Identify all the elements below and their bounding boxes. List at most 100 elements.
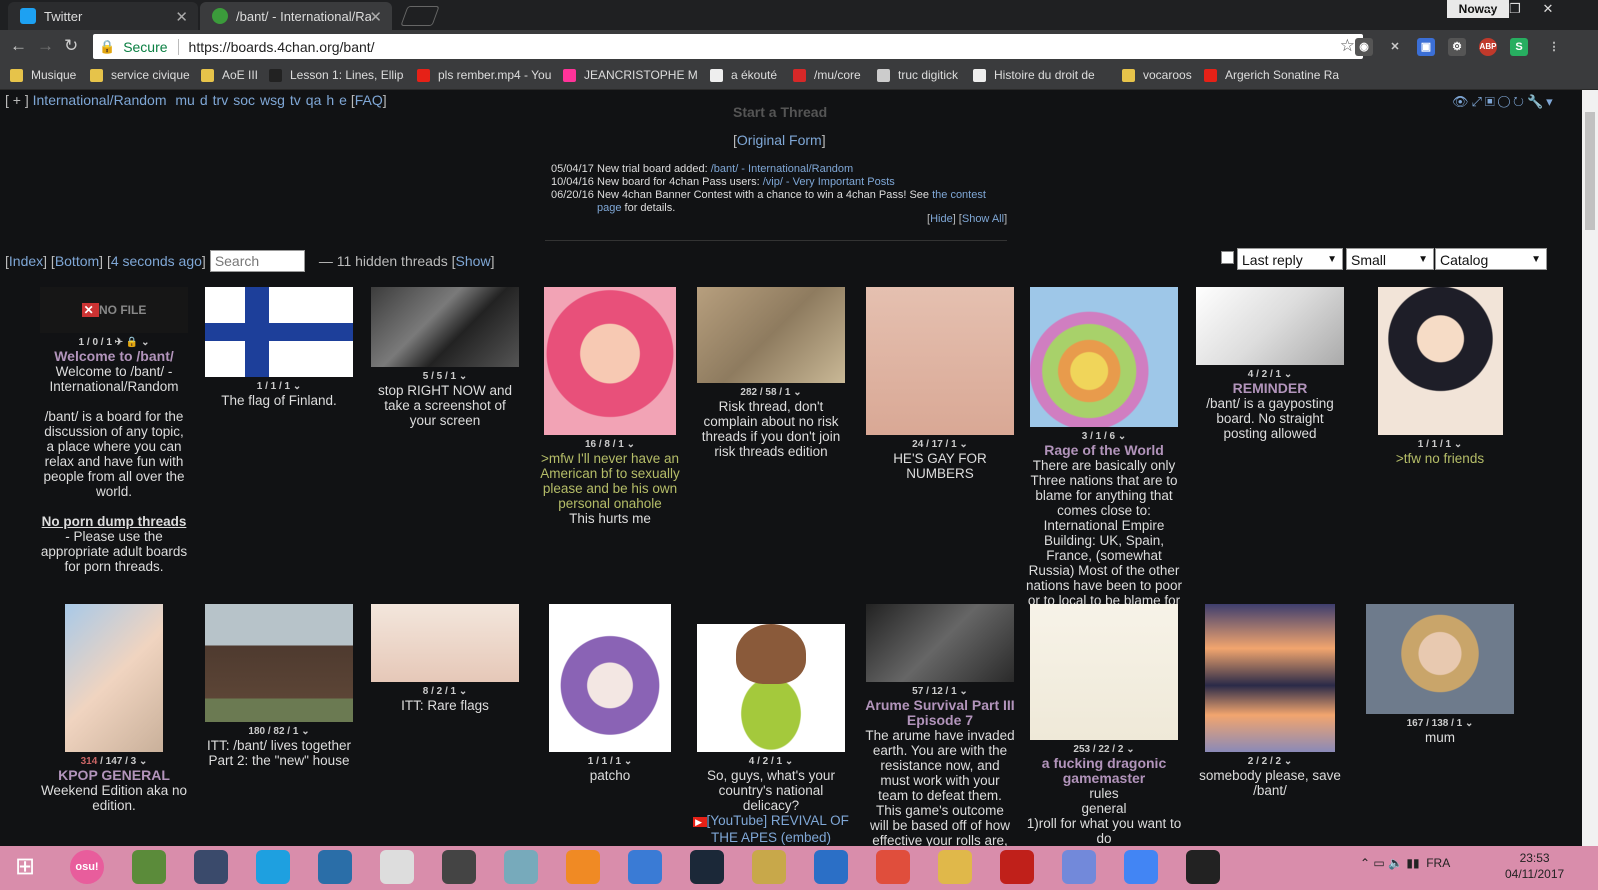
image-icon[interactable]: ▣ bbox=[1485, 94, 1498, 109]
board-link-h[interactable]: h bbox=[326, 92, 334, 108]
news-link[interactable]: /bant/ - International/Random bbox=[711, 163, 853, 175]
thread-thumbnail[interactable] bbox=[1030, 287, 1178, 427]
board-link-trv[interactable]: trv bbox=[213, 92, 229, 108]
clock[interactable]: 23:53 04/11/2017 bbox=[1505, 850, 1564, 882]
league-icon[interactable] bbox=[752, 850, 786, 884]
minecraft-icon[interactable] bbox=[132, 850, 166, 884]
reload-icon[interactable]: ↻ bbox=[64, 36, 78, 56]
index-link[interactable]: Index bbox=[9, 253, 43, 269]
thread-thumbnail[interactable] bbox=[371, 604, 519, 682]
bookmark-star-icon[interactable]: ☆ bbox=[1340, 36, 1355, 56]
eye-icon[interactable]: 👁 bbox=[1452, 94, 1472, 109]
tab-bant[interactable]: /bant/ - International/Ra ✕ bbox=[200, 2, 392, 30]
bookmark-item[interactable]: Argerich Sonatine Ra bbox=[1204, 68, 1339, 82]
extension-icon[interactable]: S bbox=[1510, 38, 1528, 56]
scrollbar[interactable] bbox=[1582, 90, 1598, 858]
youtube-embed-link[interactable]: [YouTube] REVIVAL OF THE APES (embed) bbox=[707, 813, 849, 845]
show-all-link[interactable]: Show All bbox=[962, 213, 1004, 225]
board-link-wsg[interactable]: wsg bbox=[260, 92, 285, 108]
tab-twitter[interactable]: Twitter ✕ bbox=[8, 2, 198, 30]
news-link[interactable]: /vip/ - Very Important Posts bbox=[763, 176, 895, 188]
catalog-thread[interactable]: 4 / 2 / 1 ⌄ So, guys, what's your country… bbox=[690, 604, 852, 845]
bookmark-item[interactable]: AoE III bbox=[201, 68, 258, 82]
catalog-thread[interactable]: 282 / 58 / 1 ⌄ Risk thread, don't complai… bbox=[690, 287, 852, 459]
maximize-icon[interactable]: ❐ bbox=[1502, 0, 1528, 18]
menu-icon[interactable]: ⋮ bbox=[1545, 38, 1563, 56]
catalog-thread[interactable]: 1 / 1 / 1 ⌄ >tfw no friends bbox=[1365, 287, 1515, 466]
board-link-soc[interactable]: soc bbox=[233, 92, 255, 108]
board-link-qa[interactable]: qa bbox=[306, 92, 322, 108]
chat-icon[interactable]: ◯ bbox=[1498, 94, 1513, 109]
expand-icon[interactable]: ⤢ bbox=[1472, 94, 1485, 109]
language-indicator[interactable]: FRA bbox=[1426, 856, 1450, 870]
catalog-thread[interactable]: 1 / 1 / 1 ⌄ The flag of Finland. bbox=[204, 287, 354, 408]
wrench-icon[interactable]: 🔧 bbox=[1527, 94, 1546, 109]
thread-thumbnail[interactable] bbox=[1377, 287, 1503, 435]
thread-thumbnail[interactable] bbox=[697, 624, 845, 752]
board-title-link[interactable]: International/Random bbox=[33, 92, 167, 108]
catalog-thread[interactable]: 167 / 138 / 1 ⌄ mum bbox=[1365, 604, 1515, 745]
notes-icon[interactable] bbox=[504, 850, 538, 884]
catalog-thread[interactable]: 16 / 8 / 1 ⌄ >mfw I'll never have an Amer… bbox=[535, 287, 685, 526]
chrome-icon[interactable] bbox=[1124, 850, 1158, 884]
explorer-icon[interactable] bbox=[938, 850, 972, 884]
thunderbird-icon[interactable] bbox=[814, 850, 848, 884]
bookmark-item[interactable]: Histoire du droit de bbox=[973, 68, 1095, 82]
size-select[interactable]: Small ▼ bbox=[1346, 248, 1434, 270]
overwatch-icon[interactable] bbox=[566, 850, 600, 884]
bookmark-item[interactable]: /mu/core bbox=[793, 68, 861, 82]
adblock-icon[interactable]: ABP bbox=[1479, 38, 1497, 56]
catalog-thread[interactable]: 4 / 2 / 1 ⌄ REMINDER/bant/ is a gaypostin… bbox=[1195, 287, 1345, 441]
bookmark-item[interactable]: a ékouté bbox=[710, 68, 777, 82]
qbittorrent-icon[interactable] bbox=[628, 850, 662, 884]
thread-thumbnail[interactable] bbox=[65, 604, 163, 752]
windows-icon[interactable]: ⊞ bbox=[8, 850, 42, 884]
original-form-link[interactable]: Original Form bbox=[737, 132, 822, 148]
thread-thumbnail[interactable] bbox=[549, 604, 671, 752]
catalog-thread[interactable]: 5 / 5 / 1 ⌄ stop RIGHT NOW and take a scr… bbox=[370, 287, 520, 428]
refresh-link[interactable]: 4 seconds ago bbox=[111, 253, 202, 269]
board-link-mu[interactable]: mu bbox=[175, 92, 194, 108]
extension-icon[interactable]: ⚙ bbox=[1448, 38, 1466, 56]
thread-thumbnail[interactable] bbox=[697, 287, 845, 383]
color-icon[interactable] bbox=[876, 850, 910, 884]
catalog-thread[interactable]: 24 / 17 / 1 ⌄ HE'S GAY FOR NUMBERS bbox=[865, 287, 1015, 481]
sort-select[interactable]: Last reply ▼ bbox=[1237, 248, 1343, 270]
option-checkbox[interactable] bbox=[1221, 251, 1234, 264]
discord-icon[interactable] bbox=[1062, 850, 1096, 884]
extension-icon[interactable]: ▣ bbox=[1417, 38, 1435, 56]
dolphin-icon[interactable] bbox=[318, 850, 352, 884]
minimize-icon[interactable]: – bbox=[1476, 0, 1502, 18]
chevron-down-icon[interactable]: ▾ bbox=[1546, 94, 1556, 109]
start-thread-link[interactable]: Start a Thread bbox=[733, 104, 827, 120]
expand-nav-button[interactable]: [ + ] bbox=[5, 92, 29, 108]
osu-icon[interactable]: osu! bbox=[70, 850, 104, 884]
bookmark-item[interactable]: Lesson 1: Lines, Ellips bbox=[269, 68, 404, 82]
faq-link[interactable]: FAQ bbox=[355, 92, 383, 108]
catalog-thread[interactable]: 1 / 1 / 1 ⌄ patcho bbox=[535, 604, 685, 783]
thread-thumbnail[interactable] bbox=[1366, 604, 1514, 714]
catalog-thread[interactable]: 253 / 22 / 2 ⌄ a fucking dragonic gamemas… bbox=[1024, 604, 1184, 846]
bookmark-item[interactable]: service civique bbox=[90, 68, 190, 82]
thread-thumbnail[interactable] bbox=[1205, 604, 1335, 752]
thread-thumbnail[interactable] bbox=[205, 604, 353, 722]
close-icon[interactable]: ✕ bbox=[369, 8, 382, 26]
catalog-thread[interactable]: 57 / 12 / 1 ⌄ Arume Survival Part III Epi… bbox=[865, 604, 1015, 858]
bookmark-item[interactable]: pls rember.mp4 - You bbox=[417, 68, 551, 82]
thread-thumbnail[interactable] bbox=[205, 287, 353, 377]
thread-thumbnail[interactable] bbox=[371, 287, 519, 367]
bookmark-item[interactable]: Musique bbox=[10, 68, 76, 82]
catalog-thread[interactable]: 2 / 2 / 2 ⌄ somebody please, save /bant/ bbox=[1195, 604, 1345, 798]
catalog-thread[interactable]: 3 / 1 / 6 ⌄ Rage of the World There are ba… bbox=[1024, 287, 1184, 608]
catalog-thread[interactable]: 180 / 82 / 1 ⌄ ITT: /bant/ lives together… bbox=[204, 604, 354, 768]
url-text[interactable]: https://boards.4chan.org/bant/ bbox=[189, 39, 375, 55]
thread-thumbnail[interactable] bbox=[1196, 287, 1344, 365]
refresh-icon[interactable]: ↻ bbox=[1513, 94, 1527, 109]
bookmark-item[interactable]: JEANCRISTOPHE Ma bbox=[563, 68, 698, 82]
thread-thumbnail[interactable] bbox=[866, 287, 1014, 435]
bookmark-item[interactable]: truc digitick bbox=[877, 68, 958, 82]
close-icon[interactable]: ✕ bbox=[175, 8, 188, 26]
back-icon[interactable]: ← bbox=[10, 36, 27, 56]
mode-select[interactable]: Catalog ▼ bbox=[1435, 248, 1547, 270]
bottom-link[interactable]: Bottom bbox=[55, 253, 99, 269]
